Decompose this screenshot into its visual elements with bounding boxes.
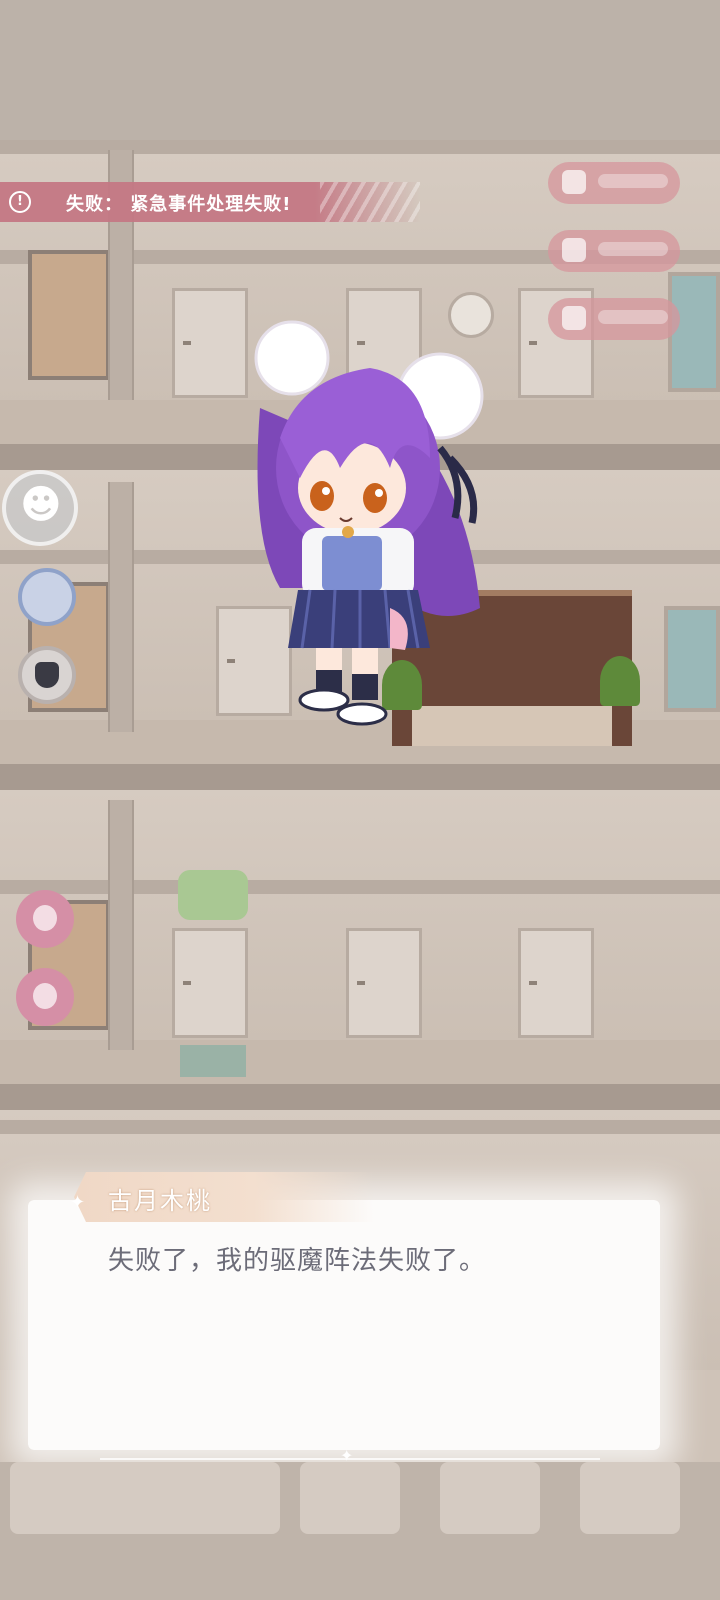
toolbar-button[interactable] — [300, 1462, 400, 1534]
room-tag — [178, 870, 248, 920]
menu-icon — [562, 238, 586, 262]
alert-circle-icon: ! — [9, 191, 31, 213]
elevator-door — [28, 250, 110, 380]
menu-icon — [562, 306, 586, 330]
ghost-skill-button[interactable]: ☻ — [2, 470, 78, 546]
bottom-toolbar — [0, 1462, 720, 1600]
room-door — [172, 288, 248, 398]
room-door — [518, 928, 594, 1038]
menu-icon — [562, 170, 586, 194]
ceiling-area — [0, 0, 720, 140]
room-door — [346, 928, 422, 1038]
resource-panel[interactable] — [10, 1462, 280, 1534]
toolbar-button[interactable] — [440, 1462, 540, 1534]
character-avatar-1[interactable] — [18, 568, 76, 626]
speaker-nameplate: 古月木桃 — [74, 1172, 374, 1222]
side-menu-button-2[interactable] — [548, 230, 680, 272]
side-menu-button-1[interactable] — [548, 162, 680, 204]
dialogue-text: 失败了，我的驱魔阵法失败了。 — [108, 1246, 487, 1276]
pink-avatar-1[interactable] — [16, 890, 74, 948]
dialogue-box[interactable] — [28, 1200, 660, 1450]
character-avatar-2[interactable] — [18, 646, 76, 704]
sparkle-icon: ✦ — [70, 1192, 86, 1213]
pink-avatar-2[interactable] — [16, 968, 74, 1026]
failure-message: 失败： 紧急事件处理失败! — [66, 194, 292, 215]
chibi-character — [254, 320, 484, 726]
room-door — [172, 928, 248, 1038]
ghost-icon: ☻ — [20, 482, 62, 528]
side-menu-button-3[interactable] — [548, 298, 680, 340]
toolbar-button[interactable] — [580, 1462, 680, 1534]
speaker-name: 古月木桃 — [108, 1187, 212, 1215]
failure-banner: ! 失败： 紧急事件处理失败! — [0, 182, 420, 222]
